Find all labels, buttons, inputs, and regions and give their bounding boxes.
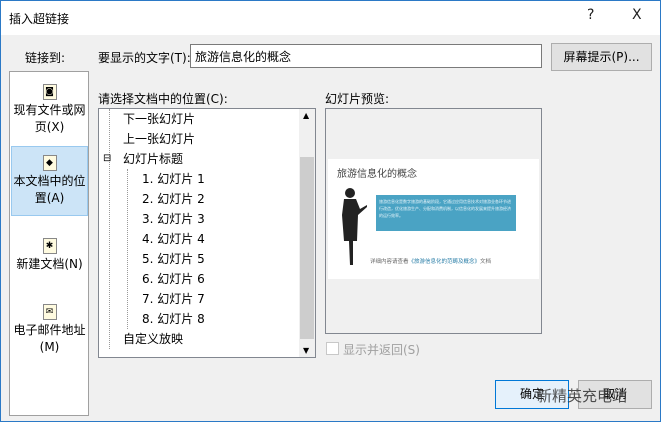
collapse-icon[interactable]: ⊟ — [103, 149, 111, 169]
tree-item[interactable]: 2. 幻灯片 2 — [142, 189, 205, 209]
tree-scrollbar[interactable]: ▲ ▼ — [299, 109, 315, 357]
display-text-input[interactable]: 旅游信息化的概念 — [190, 44, 542, 68]
tree-item[interactable]: 1. 幻灯片 1 — [142, 169, 205, 189]
sidebar-item-new-document[interactable]: ✱ 新建文档(N) — [11, 232, 88, 282]
screentip-button[interactable]: 屏幕提示(P)... — [551, 43, 652, 71]
tree-item[interactable]: 4. 幻灯片 4 — [142, 229, 205, 249]
scroll-up-icon[interactable]: ▲ — [303, 111, 309, 120]
slide-title: 旅游信息化的概念 — [337, 169, 417, 180]
sidebar-item-email[interactable]: ✉ 电子邮件地址(M) — [11, 298, 88, 358]
slide-thumbnail: 旅游信息化的概念 旅游信息化是数字旅游的基础阶段，它通过应用信息技术对旅游业各环… — [328, 159, 539, 279]
show-return-checkbox[interactable] — [326, 342, 339, 355]
display-text-label: 要显示的文字(T): — [98, 51, 191, 65]
web-file-icon: ◙ — [42, 84, 57, 100]
close-button[interactable]: X — [632, 7, 642, 23]
slide-footer: 详细内容请查看《旅游信息化的范畴及概念》文档 — [370, 257, 491, 265]
footer-prefix: 详细内容请查看 — [370, 259, 409, 265]
scroll-down-icon[interactable]: ▼ — [303, 346, 309, 355]
sidebar-item-place-in-document[interactable]: ◆ 本文档中的位置(A) — [11, 146, 88, 216]
tree-item[interactable]: 8. 幻灯片 8 — [142, 309, 205, 329]
watermark: 新精英充电站 — [537, 387, 628, 405]
sidebar-item-label: 新建文档(N) — [16, 257, 83, 271]
tree-item[interactable]: 下一张幻灯片 — [123, 109, 195, 129]
slide-body-text: 旅游信息化是数字旅游的基础阶段，它通过应用信息技术对旅游业各环节进行改造，优化旅… — [376, 195, 516, 231]
email-icon: ✉ — [42, 304, 57, 320]
link-type-sidebar: ◙ 现有文件或网页(X) ◆ 本文档中的位置(A) ✱ 新建文档(N) ✉ 电子… — [9, 71, 89, 416]
new-document-icon: ✱ — [42, 238, 57, 254]
tree-item[interactable]: 5. 幻灯片 5 — [142, 249, 205, 269]
link-to-label: 链接到: — [25, 51, 66, 65]
tree-item[interactable]: 7. 幻灯片 7 — [142, 289, 205, 309]
tree-item[interactable]: 3. 幻灯片 3 — [142, 209, 205, 229]
help-button[interactable]: ? — [587, 7, 594, 23]
sidebar-item-label: 本文档中的位置(A) — [13, 174, 86, 205]
tree-item[interactable]: 幻灯片标题 — [123, 149, 183, 169]
sidebar-item-label: 电子邮件地址(M) — [13, 323, 86, 354]
presenter-silhouette-icon — [342, 188, 367, 265]
insert-hyperlink-dialog: 插入超链接 ? X 链接到: 要显示的文字(T): 旅游信息化的概念 屏幕提示(… — [0, 0, 661, 422]
scrollbar-thumb[interactable] — [300, 157, 314, 339]
tree-item[interactable]: 自定义放映 — [123, 329, 183, 349]
sidebar-item-existing-file[interactable]: ◙ 现有文件或网页(X) — [11, 80, 88, 144]
tree-item[interactable]: 6. 幻灯片 6 — [142, 269, 205, 289]
document-place-icon: ◆ — [42, 155, 57, 171]
dialog-title: 插入超链接 — [9, 12, 70, 26]
show-return-label: 显示并返回(S) — [343, 343, 420, 357]
title-bar: 插入超链接 ? X — [1, 1, 660, 35]
preview-label: 幻灯片预览: — [325, 92, 390, 106]
slide-preview: 旅游信息化的概念 旅游信息化是数字旅游的基础阶段，它通过应用信息技术对旅游业各环… — [325, 108, 542, 334]
document-location-tree[interactable]: 下一张幻灯片 上一张幻灯片 ⊟ 幻灯片标题 1. 幻灯片 1 2. 幻灯片 2 … — [98, 108, 316, 358]
sidebar-item-label: 现有文件或网页(X) — [13, 103, 86, 134]
footer-link: 《旅游信息化的范畴及概念》 — [408, 259, 481, 265]
tree-item[interactable]: 上一张幻灯片 — [123, 129, 195, 149]
footer-suffix: 文档 — [480, 259, 492, 265]
location-label: 请选择文档中的位置(C): — [98, 92, 228, 106]
